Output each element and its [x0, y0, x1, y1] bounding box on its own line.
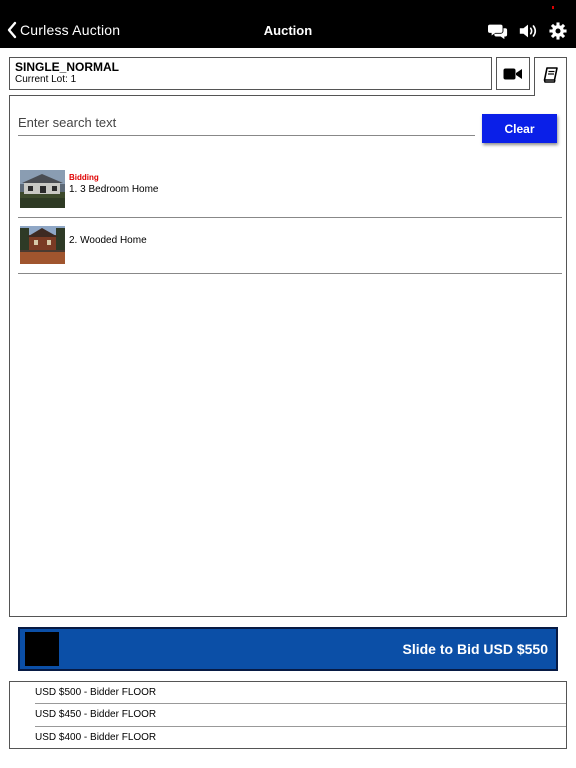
book-icon	[543, 67, 558, 83]
current-lot-label: Current Lot: 1	[15, 74, 77, 85]
video-button[interactable]	[496, 57, 530, 90]
lot-catalog-panel: Clear Bidding 1. 3 Bedroom Home	[9, 95, 567, 617]
lot-row[interactable]: Bidding 1. 3 Bedroom Home	[18, 162, 562, 218]
lot-title: 2. Wooded Home	[69, 235, 147, 246]
slide-to-bid-slider[interactable]: Slide to Bid USD $550	[18, 627, 558, 671]
lot-thumbnail-image	[20, 226, 65, 264]
speaker-icon[interactable]	[518, 22, 538, 40]
gear-icon[interactable]	[548, 22, 568, 40]
status-indicator	[552, 6, 554, 9]
lot-list: Bidding 1. 3 Bedroom Home 2. Wooded Home	[18, 162, 562, 274]
bid-history-item: USD $450 - Bidder FLOOR	[35, 704, 566, 727]
slide-to-bid-label: Slide to Bid USD $550	[402, 641, 548, 657]
current-lot-box: SINGLE_NORMAL Current Lot: 1	[9, 57, 492, 90]
chat-icon[interactable]	[488, 22, 508, 40]
lot-title: 1. 3 Bedroom Home	[69, 184, 159, 195]
lot-status-badge: Bidding	[69, 173, 99, 182]
auction-name: SINGLE_NORMAL	[15, 60, 120, 74]
video-camera-icon	[503, 68, 522, 79]
lot-row[interactable]: 2. Wooded Home	[18, 218, 562, 274]
nav-bar: Curless Auction Auction	[0, 0, 576, 48]
lot-thumbnail-image	[20, 170, 65, 208]
search-input[interactable]	[18, 110, 475, 136]
bid-history-item: USD $400 - Bidder FLOOR	[35, 731, 157, 743]
slider-handle[interactable]	[25, 632, 59, 666]
clear-button[interactable]: Clear	[482, 114, 557, 143]
bid-history-item: USD $500 - Bidder FLOOR	[35, 682, 566, 705]
catalog-tab[interactable]	[534, 57, 567, 96]
bid-history-list: USD $500 - Bidder FLOOR USD $450 - Bidde…	[9, 681, 567, 749]
